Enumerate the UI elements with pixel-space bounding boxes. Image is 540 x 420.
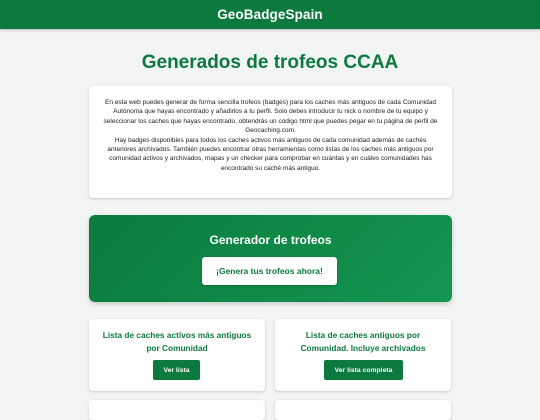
generator-banner: Generador de trofeos ¡Genera tus trofeos… — [89, 215, 452, 302]
tool-card-partial — [89, 400, 265, 420]
page-title: Generados de trofeos CCAA — [141, 52, 399, 73]
tool-card-partial — [275, 400, 451, 420]
intro-paragraph-1: En esta web puedes generar de forma senc… — [103, 99, 438, 135]
intro-card: En esta web puedes generar de forma senc… — [89, 86, 452, 198]
top-navbar: GeoBadgeSpain — [0, 0, 540, 29]
view-list-button[interactable]: Ver lista — [153, 360, 200, 380]
generate-trophies-button[interactable]: ¡Genera tus trofeos ahora! — [202, 257, 337, 285]
intro-paragraph-2: Hay badges disponibles para todos los ca… — [107, 136, 434, 172]
tool-card-title: Lista de caches activos más antiguos por… — [102, 330, 252, 353]
generator-title: Generador de trofeos — [209, 233, 332, 247]
tool-card-title: Lista de caches antiguos por Comunidad. … — [300, 330, 426, 353]
view-full-list-button[interactable]: Ver lista completa — [324, 360, 403, 380]
tool-card-archived-caches: Lista de caches antiguos por Comunidad. … — [275, 319, 451, 391]
tool-card-active-caches: Lista de caches activos más antiguos por… — [89, 319, 265, 391]
brand-logo-text[interactable]: GeoBadgeSpain — [217, 7, 323, 22]
